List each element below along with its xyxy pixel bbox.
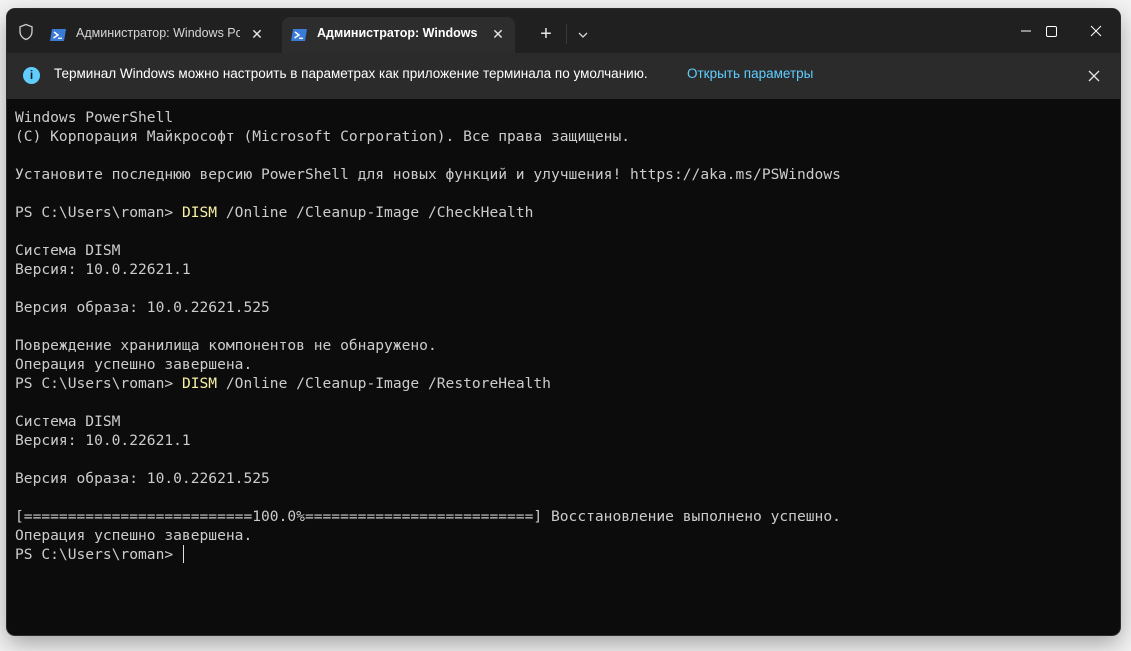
tab-close-icon[interactable]: ✕ [489, 26, 507, 44]
open-settings-link[interactable]: Открыть параметры [687, 66, 813, 81]
output-line: Версия: 10.0.22621.1 [15, 261, 191, 278]
output-line: Версия: 10.0.22621.1 [15, 432, 191, 449]
powershell-icon [50, 29, 66, 41]
text-cursor [182, 545, 184, 563]
output-line: Установите последнюю версию PowerShell д… [15, 166, 841, 183]
shield-icon [19, 23, 33, 41]
prompt-line: PS C:\Users\roman> [15, 545, 1110, 564]
command-args: /Online /Cleanup-Image /RestoreHealth [217, 375, 551, 392]
tab-powershell-2[interactable]: Администратор: Windows PowerShell ✕ [282, 17, 515, 53]
command-name: DISM [181, 204, 218, 221]
command-args: /Online /Cleanup-Image /CheckHealth [217, 204, 534, 221]
output-line: Версия образа: 10.0.22621.525 [15, 299, 270, 316]
prompt-text: PS C:\Users\roman> [15, 204, 182, 221]
tab-divider [566, 24, 567, 44]
tab-label: Администратор: Windows PowerShell [76, 26, 240, 40]
powershell-icon [291, 29, 307, 41]
output-line: Операция успешно завершена. [15, 527, 253, 544]
output-line: Операция успешно завершена. [15, 356, 253, 373]
close-window-button[interactable] [1073, 17, 1119, 45]
output-line: Система DISM [15, 413, 121, 430]
tab-close-icon[interactable]: ✕ [248, 26, 266, 44]
prompt-text: PS C:\Users\roman> [15, 546, 182, 563]
output-line: [==========================100.0%=======… [15, 508, 841, 525]
output-line: (C) Корпорация Майкрософт (Microsoft Cor… [15, 128, 631, 145]
tab-label: Администратор: Windows PowerShell [317, 26, 481, 40]
new-tab-button[interactable]: + [535, 24, 557, 46]
output-line: Версия образа: 10.0.22621.525 [15, 470, 270, 487]
prompt-text: PS C:\Users\roman> [15, 375, 182, 392]
terminal-output[interactable]: Windows PowerShell (C) Корпорация Майкрос… [15, 108, 1110, 628]
output-line: Система DISM [15, 242, 121, 259]
title-bar[interactable]: Администратор: Windows PowerShell ✕ Адми… [7, 9, 1120, 53]
maximize-button[interactable] [1028, 17, 1074, 45]
info-close-icon[interactable] [1084, 66, 1104, 86]
output-line: Windows PowerShell [15, 109, 174, 126]
info-bar: i Терминал Windows можно настроить в пар… [7, 53, 1120, 99]
prompt-line: PS C:\Users\roman> DISM /Online /Cleanup… [15, 374, 1110, 393]
info-icon: i [23, 67, 40, 84]
chevron-down-icon[interactable] [572, 24, 594, 46]
tab-powershell-1[interactable]: Администратор: Windows PowerShell ✕ [41, 17, 274, 53]
info-message: Терминал Windows можно настроить в парам… [54, 66, 648, 81]
output-line: Повреждение хранилища компонентов не обн… [15, 337, 437, 354]
terminal-window: Администратор: Windows PowerShell ✕ Адми… [7, 9, 1120, 635]
prompt-line: PS C:\Users\roman> DISM /Online /Cleanup… [15, 203, 1110, 222]
command-name: DISM [181, 375, 218, 392]
